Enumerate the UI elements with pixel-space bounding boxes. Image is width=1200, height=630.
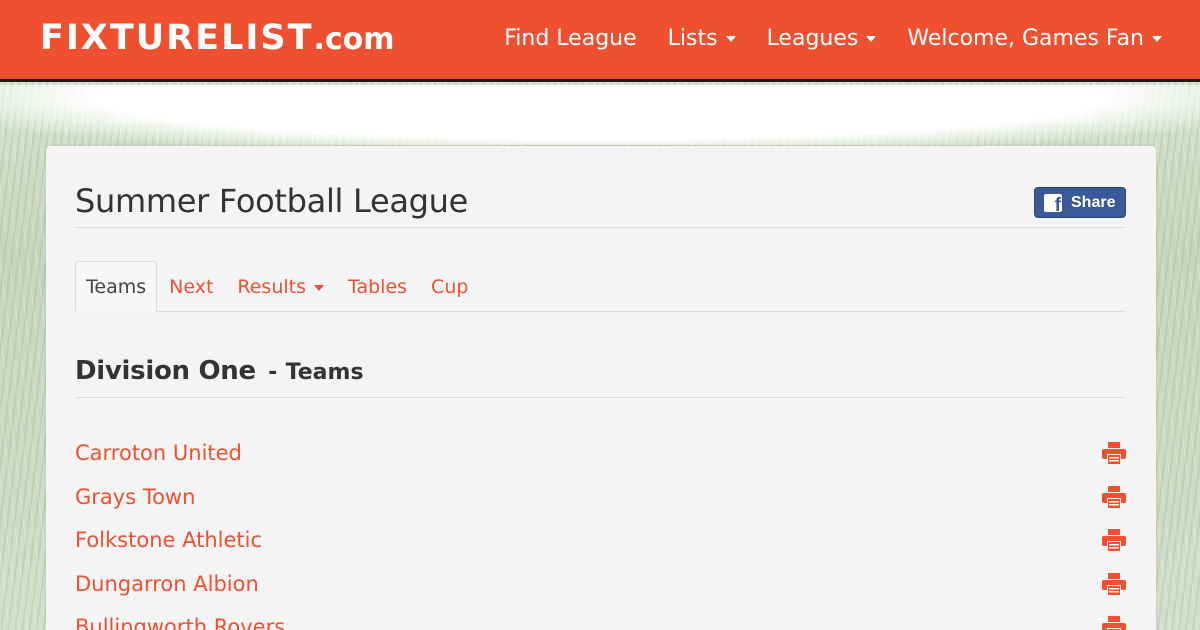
- list-item: Carroton United: [75, 438, 1126, 482]
- nav-leagues-label: Leagues: [766, 26, 859, 51]
- section-heading: Division One - Teams: [75, 356, 364, 386]
- print-icon[interactable]: [1102, 442, 1126, 464]
- print-icon[interactable]: [1102, 616, 1126, 630]
- tab-next-label: Next: [169, 276, 214, 298]
- team-link[interactable]: Grays Town: [75, 482, 195, 512]
- logo-tld-text: .com: [313, 22, 395, 57]
- nav-find-league-label: Find League: [504, 26, 637, 51]
- tab-cup-label: Cup: [431, 276, 469, 298]
- nav-leagues-dropdown[interactable]: Leagues: [767, 26, 877, 51]
- team-list: Carroton United Grays Town Folkstone Ath…: [75, 438, 1126, 630]
- team-link[interactable]: Folkstone Athletic: [75, 525, 262, 555]
- team-link[interactable]: Bullingworth Rovers: [75, 612, 285, 630]
- tab-cup[interactable]: Cup: [419, 261, 480, 311]
- page-title: Summer Football League: [75, 182, 469, 220]
- site-logo[interactable]: FIXTURELIST .com: [40, 18, 395, 58]
- heading-separator: -: [268, 360, 278, 385]
- top-navbar: FIXTURELIST .com Find League Lists League…: [0, 0, 1200, 82]
- print-icon[interactable]: [1102, 529, 1126, 551]
- facebook-share-button[interactable]: f Share: [1034, 187, 1126, 218]
- list-item: Dungarron Albion: [75, 569, 1126, 613]
- list-item: Folkstone Athletic: [75, 525, 1126, 569]
- section-subtitle: Teams: [285, 360, 364, 385]
- caret-down-icon: [866, 35, 877, 42]
- tab-tables[interactable]: Tables: [336, 261, 419, 311]
- print-icon[interactable]: [1102, 485, 1126, 508]
- tab-results[interactable]: Results: [225, 261, 336, 311]
- list-item: Grays Town: [75, 482, 1126, 526]
- tab-teams-label: Teams: [86, 276, 147, 298]
- team-link[interactable]: Dungarron Albion: [75, 569, 259, 599]
- tab-results-label: Results: [237, 276, 306, 298]
- facebook-icon: f: [1044, 193, 1062, 212]
- caret-down-icon: [314, 285, 324, 291]
- team-link[interactable]: Carroton United: [75, 438, 242, 468]
- tab-tables-label: Tables: [348, 276, 408, 298]
- tab-teams[interactable]: Teams: [75, 261, 158, 312]
- nav-user-label: Welcome, Games Fan: [907, 26, 1144, 51]
- logo-main-text: FIXTURELIST: [40, 18, 314, 58]
- nav-find-league[interactable]: Find League: [504, 26, 636, 51]
- league-tabs: Teams Next Results Tables Cup: [75, 261, 1126, 312]
- section-divider: [75, 397, 1126, 398]
- nav-user-menu[interactable]: Welcome, Games Fan: [907, 26, 1162, 51]
- nav-lists-dropdown[interactable]: Lists: [668, 26, 736, 51]
- division-name: Division One: [75, 356, 256, 386]
- caret-down-icon: [725, 35, 736, 42]
- caret-down-icon: [1152, 35, 1162, 42]
- nav-links: Find League Lists Leagues Welcome, Games…: [473, 26, 1162, 51]
- title-divider: [75, 227, 1126, 228]
- header-banner: [0, 85, 1200, 145]
- list-item: Bullingworth Rovers: [75, 612, 1126, 630]
- share-label: Share: [1071, 193, 1116, 211]
- nav-lists-label: Lists: [667, 26, 718, 51]
- print-icon[interactable]: [1102, 572, 1126, 595]
- tab-next[interactable]: Next: [157, 261, 225, 311]
